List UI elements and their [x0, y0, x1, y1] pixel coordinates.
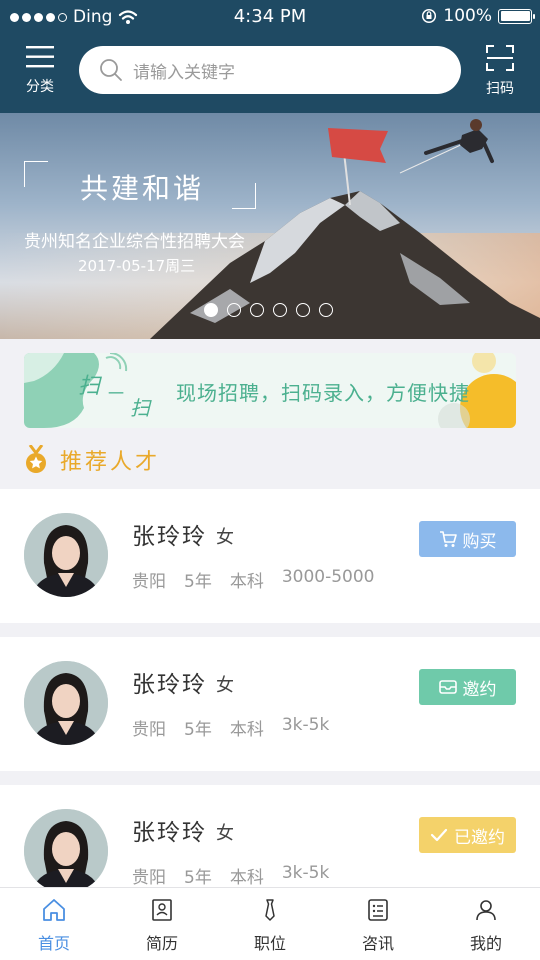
cart-icon — [439, 531, 457, 547]
scan-promo-text: 现场招聘，扫码录入，方便快捷 — [176, 381, 470, 405]
invited-button[interactable]: 已邀约 — [419, 817, 516, 853]
buy-button-label: 购买 — [462, 531, 497, 552]
tab-mine[interactable]: 我的 — [432, 888, 540, 960]
section-title: 推荐人才 — [60, 450, 161, 475]
battery-percent: 100% — [443, 6, 492, 26]
battery-icon — [498, 8, 535, 24]
invite-button-label: 邀约 — [462, 679, 497, 700]
avatar — [24, 661, 108, 745]
tab-jobs[interactable]: 职位 — [216, 888, 324, 960]
search-placeholder: 请输入关键字 — [133, 62, 235, 83]
candidate-experience: 5年 — [184, 720, 212, 740]
pager-dot[interactable] — [319, 303, 333, 317]
pager-dot[interactable] — [250, 303, 264, 317]
candidate-city: 贵阳 — [132, 720, 166, 740]
tie-icon — [265, 899, 275, 921]
search-input[interactable]: 请输入关键字 — [79, 46, 461, 94]
tab-news-label: 咨讯 — [361, 934, 394, 953]
category-button[interactable]: 分类 — [20, 44, 60, 96]
candidate-education: 本科 — [229, 720, 264, 740]
title-bracket-bottom-right — [232, 183, 256, 209]
svg-text:扫: 扫 — [130, 396, 152, 420]
svg-text:扫: 扫 — [78, 374, 102, 399]
candidate-name: 张玲玲 — [132, 672, 207, 698]
candidate-card[interactable]: 张玲玲 女 贵阳 5年 本科 3000-5000 购买 — [0, 489, 540, 623]
svg-text:一: 一 — [108, 384, 124, 403]
candidate-salary: 3000-5000 — [281, 567, 375, 587]
candidate-name: 张玲玲 — [132, 524, 207, 550]
candidate-city: 贵阳 — [132, 868, 166, 888]
search-icon — [100, 59, 122, 81]
candidate-gender: 女 — [216, 527, 234, 548]
candidate-salary: 3k-5k — [281, 863, 330, 883]
medal-icon — [26, 445, 46, 473]
candidate-experience: 5年 — [184, 868, 212, 888]
menu-icon — [26, 46, 54, 68]
candidate-name: 张玲玲 — [132, 820, 207, 846]
invited-button-label: 已邀约 — [454, 827, 505, 848]
tab-home-label: 首页 — [37, 934, 70, 953]
status-bar: Ding 4:34 PM 100% — [0, 0, 540, 34]
avatar — [24, 513, 108, 597]
pager-dot[interactable] — [296, 303, 310, 317]
tab-jobs-label: 职位 — [253, 934, 286, 953]
buy-button[interactable]: 购买 — [419, 521, 516, 557]
status-right: 100% — [421, 6, 535, 26]
candidate-meta: 贵阳 5年 本科 3000-5000 — [132, 567, 375, 592]
section-header: 推荐人才 — [24, 444, 160, 476]
category-label: 分类 — [26, 79, 54, 95]
banner-title: 共建和谐 — [80, 172, 205, 205]
scan-label: 扫码 — [486, 81, 514, 97]
avatar — [24, 809, 108, 893]
banner-date: 2017-05-17周三 — [78, 257, 196, 275]
scan-button[interactable]: 扫码 — [478, 44, 522, 98]
pager-dot[interactable] — [227, 303, 241, 317]
pager-dot[interactable] — [273, 303, 287, 317]
app-header: Ding 4:34 PM 100% 分类 请输入关键字 扫码 — [0, 0, 540, 113]
candidate-meta: 贵阳 5年 本科 3k-5k — [132, 715, 329, 740]
scan-promo-banner[interactable]: 扫 一 扫 现场招聘，扫码录入，方便快捷 — [24, 353, 516, 428]
candidate-education: 本科 — [229, 572, 264, 592]
tab-news[interactable]: 咨讯 — [324, 888, 432, 960]
candidate-city: 贵阳 — [132, 572, 166, 592]
pager-dot[interactable] — [204, 303, 218, 317]
banner-pager[interactable] — [204, 303, 333, 317]
mail-icon — [438, 680, 457, 694]
candidate-gender: 女 — [216, 823, 234, 844]
candidate-meta: 贵阳 5年 本科 3k-5k — [132, 863, 329, 888]
resume-icon — [152, 899, 172, 921]
tab-home[interactable]: 首页 — [0, 888, 108, 960]
invite-button[interactable]: 邀约 — [419, 669, 516, 705]
news-icon — [368, 899, 388, 921]
tab-resume-label: 简历 — [145, 934, 178, 953]
candidate-card[interactable]: 张玲玲 女 贵阳 5年 本科 3k-5k 邀约 — [0, 637, 540, 771]
candidate-gender: 女 — [216, 675, 234, 696]
check-icon — [430, 828, 448, 842]
tab-bar: 首页 简历 职位 咨讯 我的 — [0, 887, 540, 960]
tab-resume[interactable]: 简历 — [108, 888, 216, 960]
candidate-education: 本科 — [229, 868, 264, 888]
scan-icon — [486, 45, 514, 71]
promo-banner[interactable]: 共建和谐 贵州知名企业综合性招聘大会 2017-05-17周三 — [0, 113, 540, 339]
candidate-experience: 5年 — [184, 572, 212, 592]
candidate-salary: 3k-5k — [281, 715, 330, 735]
title-bracket-top-left — [24, 161, 48, 187]
user-icon — [476, 900, 496, 921]
banner-subtitle: 贵州知名企业综合性招聘大会 — [24, 232, 245, 252]
home-icon — [43, 899, 65, 921]
tab-mine-label: 我的 — [469, 934, 502, 953]
rotation-lock-icon — [422, 8, 437, 24]
